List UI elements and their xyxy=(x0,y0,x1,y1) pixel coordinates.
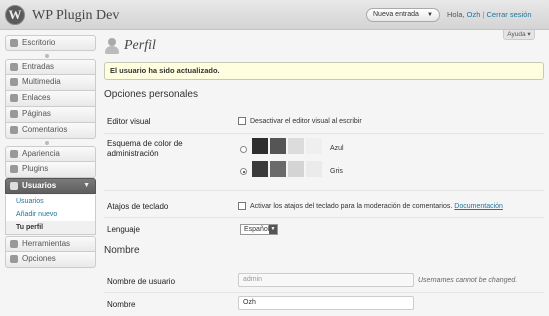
visual-editor-label: Editor visual xyxy=(107,117,151,126)
users-icon xyxy=(10,182,18,190)
swatch-gris-2 xyxy=(270,161,286,177)
sidebar-item-escritorio[interactable]: Escritorio xyxy=(5,35,96,51)
documentation-link[interactable]: Documentación xyxy=(454,203,503,210)
divider xyxy=(104,190,544,191)
sidebar-item-label: Escritorio xyxy=(22,38,56,47)
tools-menu-group: Herramientas Opciones xyxy=(5,236,96,268)
menu-separator xyxy=(5,52,96,59)
language-select-value: Español xyxy=(244,226,270,233)
visual-editor-checkbox[interactable] xyxy=(238,117,246,125)
sidebar-item-entradas[interactable]: Entradas xyxy=(5,59,96,75)
content-menu-group: Entradas Multimedia Enlaces Páginas Come… xyxy=(5,59,96,139)
profile-form: Editor visual Desactivar el editor visua… xyxy=(104,0,544,316)
color-scheme-label: Esquema de color de administración xyxy=(107,139,183,158)
sidebar-item-opciones[interactable]: Opciones xyxy=(5,252,96,268)
swatch-gris-4 xyxy=(306,161,322,177)
sidebar-item-label: Comentarios xyxy=(22,125,68,134)
submenu-item-usuarios[interactable]: Usuarios xyxy=(6,195,95,208)
settings-icon xyxy=(10,255,18,263)
color-scheme-radio-azul[interactable] xyxy=(240,146,247,153)
name-heading: Nombre xyxy=(104,245,140,256)
language-label: Lenguaje xyxy=(107,225,140,234)
sidebar-item-label: Opciones xyxy=(22,254,56,263)
sidebar-item-herramientas[interactable]: Herramientas xyxy=(5,236,96,252)
sidebar-item-usuarios[interactable]: Usuarios ▼ xyxy=(5,178,96,194)
chevron-down-icon: ▼ xyxy=(269,225,277,234)
admin-menu-group: Apariencia Plugins xyxy=(5,146,96,178)
sidebar-item-plugins[interactable]: Plugins xyxy=(5,162,96,178)
sidebar-item-multimedia[interactable]: Multimedia xyxy=(5,75,96,91)
color-scheme-radio-gris[interactable] xyxy=(240,168,247,175)
media-icon xyxy=(10,78,18,86)
keyboard-shortcuts-option[interactable]: Activar los atajos del teclado para la m… xyxy=(238,202,503,210)
submenu-item-tu-perfil[interactable]: Tu perfil xyxy=(6,221,95,234)
sidebar-item-label: Multimedia xyxy=(22,77,61,86)
swatch-azul-4 xyxy=(306,138,322,154)
pin-icon xyxy=(10,63,18,71)
comments-icon xyxy=(10,126,18,134)
sidebar-item-label: Apariencia xyxy=(22,149,60,158)
sidebar-item-enlaces[interactable]: Enlaces xyxy=(5,91,96,107)
username-hint: Usernames cannot be changed. xyxy=(418,277,518,284)
sidebar-item-label: Páginas xyxy=(22,109,51,118)
tools-icon xyxy=(10,240,18,248)
visual-editor-option[interactable]: Desactivar el editor visual al escribir xyxy=(238,117,362,125)
divider xyxy=(104,292,544,293)
sidebar-item-apariencia[interactable]: Apariencia xyxy=(5,146,96,162)
links-icon xyxy=(10,94,18,102)
admin-sidebar: Escritorio Entradas Multimedia Enlaces P… xyxy=(5,35,96,268)
pages-icon xyxy=(10,110,18,118)
keyboard-shortcuts-checkbox[interactable] xyxy=(238,202,246,210)
plugins-icon xyxy=(10,165,18,173)
swatch-azul-2 xyxy=(270,138,286,154)
swatch-gris-3 xyxy=(288,161,304,177)
sidebar-item-paginas[interactable]: Páginas xyxy=(5,107,96,123)
color-scheme-name-gris: Gris xyxy=(330,168,343,175)
wordpress-logo-icon[interactable]: W xyxy=(5,5,25,25)
swatch-gris-1 xyxy=(252,161,268,177)
divider xyxy=(104,217,544,218)
dashboard-icon xyxy=(10,39,18,47)
menu-separator xyxy=(5,139,96,146)
sidebar-item-label: Enlaces xyxy=(22,93,51,102)
keyboard-shortcuts-option-label: Activar los atajos del teclado para la m… xyxy=(250,202,453,210)
username-label: Nombre de usuario xyxy=(107,277,176,286)
first-name-field[interactable]: Ozh xyxy=(238,296,414,310)
sidebar-item-comentarios[interactable]: Comentarios xyxy=(5,123,96,139)
chevron-down-icon[interactable]: ▼ xyxy=(83,179,90,193)
color-scheme-name-azul: Azul xyxy=(330,145,344,152)
sidebar-item-label: Usuarios xyxy=(22,181,57,190)
username-field[interactable]: admin xyxy=(238,273,414,287)
visual-editor-option-label: Desactivar el editor visual al escribir xyxy=(250,117,362,125)
sidebar-item-label: Plugins xyxy=(22,164,49,173)
appearance-icon xyxy=(10,150,18,158)
sidebar-item-label: Herramientas xyxy=(22,239,71,248)
swatch-azul-3 xyxy=(288,138,304,154)
sidebar-item-label: Entradas xyxy=(22,62,55,71)
keyboard-shortcuts-label: Atajos de teclado xyxy=(107,202,169,211)
name-label: Nombre xyxy=(107,300,136,309)
language-select[interactable]: Español ▼ xyxy=(240,224,278,235)
swatch-azul-1 xyxy=(252,138,268,154)
divider xyxy=(104,133,544,134)
submenu-item-anadir-nuevo[interactable]: Añadir nuevo xyxy=(6,208,95,221)
users-submenu: Usuarios Añadir nuevo Tu perfil xyxy=(5,195,96,235)
